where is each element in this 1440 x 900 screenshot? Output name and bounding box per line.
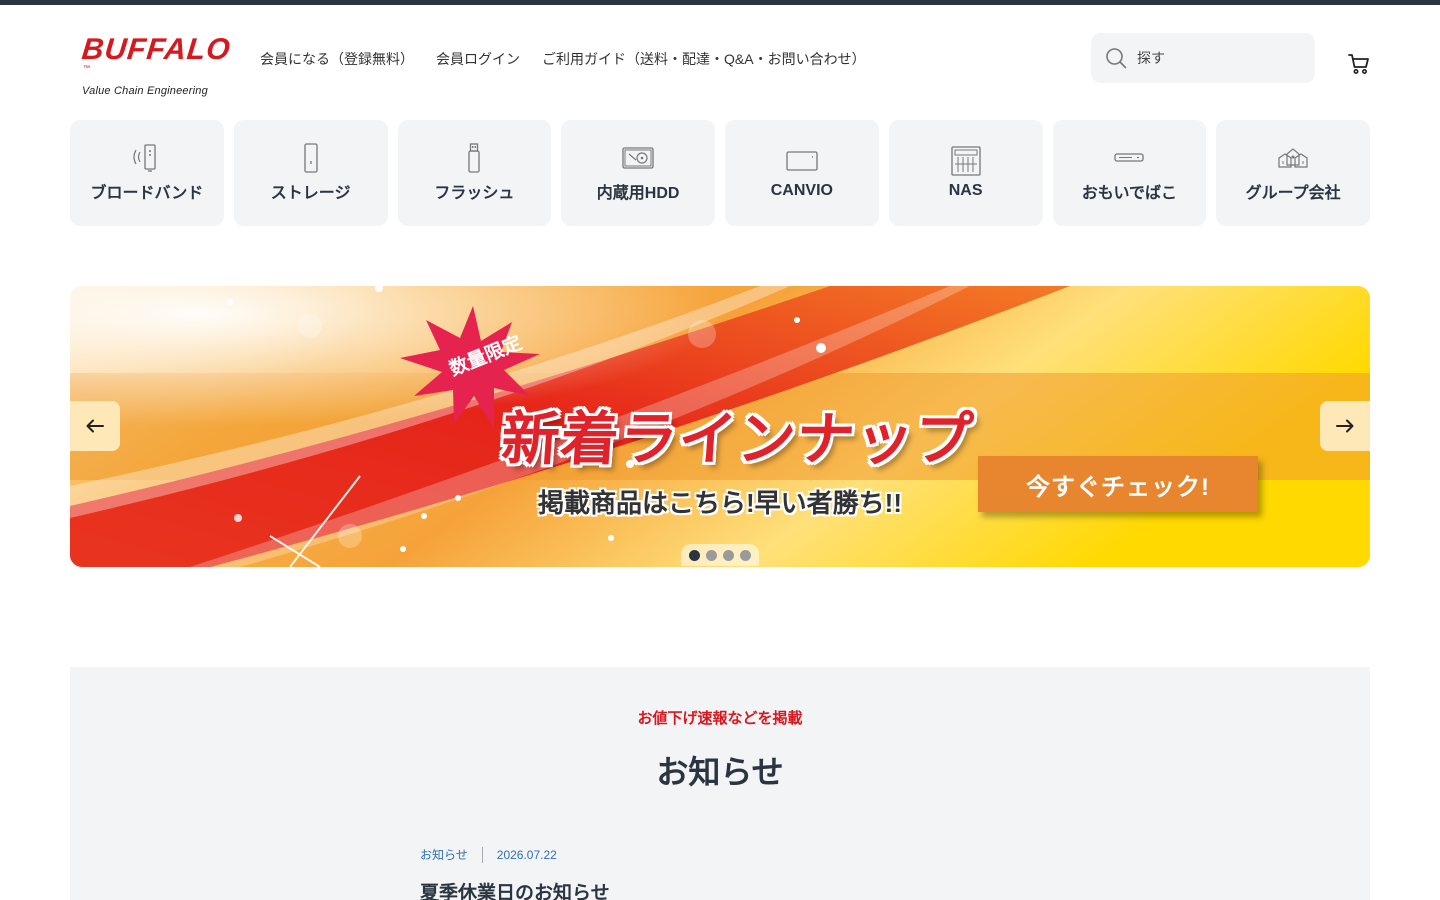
buffalo-logo[interactable]: BUFFALO™ Value Chain Engineering <box>80 33 233 97</box>
group-company-icon <box>1278 148 1308 168</box>
news-heading: お知らせ <box>656 754 784 790</box>
news-item-category[interactable]: お知らせ <box>420 846 468 863</box>
category-omoidebako[interactable]: おもいでばこ <box>1052 120 1207 226</box>
category-broadband[interactable]: ブロードバンド <box>70 120 224 226</box>
logo-tagline: Value Chain Engineering <box>82 85 208 97</box>
category-label: グループ会社 <box>1245 185 1341 202</box>
meta-divider <box>481 846 483 863</box>
logo-trademark: ™ <box>83 65 90 72</box>
category-tiles: ブロードバンド ストレージ フラッシュ 内蔵用HDD CANVIO NAS おも… <box>70 120 1370 226</box>
category-group-company[interactable]: グループ会社 <box>1216 120 1370 226</box>
site-header: BUFFALO™ Value Chain Engineering 会員になる（登… <box>0 5 1440 110</box>
portable-hdd-icon <box>786 151 818 171</box>
arrow-left-icon <box>86 419 104 433</box>
carousel-prev-button[interactable] <box>70 401 120 451</box>
news-item-title[interactable]: 夏季休業日のお知らせ <box>420 878 610 900</box>
category-nas[interactable]: NAS <box>888 120 1043 226</box>
cart-button[interactable] <box>1346 50 1372 76</box>
nav-guide-link[interactable]: ご利用ガイド（送料・配達・Q&A・お問い合わせ） <box>542 49 866 69</box>
header-nav: 会員になる（登録無料） 会員ログイン ご利用ガイド（送料・配達・Q&A・お問い合… <box>260 49 866 69</box>
hero-banner[interactable]: 数量限定 新着ラインナップ 掲載商品はこちら!早い者勝ち!! 今すぐチェック! <box>70 286 1370 567</box>
category-canvio[interactable]: CANVIO <box>725 120 879 226</box>
logo-wordmark: BUFFALO <box>80 33 233 66</box>
news-kicker: お値下げ速報などを掲載 <box>637 710 803 727</box>
memory-box-icon <box>1114 153 1145 162</box>
carousel-next-button[interactable] <box>1320 401 1370 451</box>
news-section: お値下げ速報などを掲載 お知らせ お知らせ 2026.07.22 夏季休業日のお… <box>70 667 1370 900</box>
category-storage[interactable]: ストレージ <box>233 120 388 226</box>
usb-flash-icon <box>468 143 481 173</box>
category-label: NAS <box>948 182 983 199</box>
category-label: ブロードバンド <box>90 185 204 202</box>
nav-register-link[interactable]: 会員になる（登録無料） <box>260 49 414 69</box>
storage-icon <box>303 143 318 173</box>
banner-subline: 掲載商品はこちら!早い者勝ち!! <box>538 488 902 518</box>
search-input[interactable] <box>1137 50 1297 66</box>
carousel-dots <box>681 544 759 566</box>
router-icon <box>133 144 156 172</box>
search-box[interactable] <box>1091 33 1315 83</box>
carousel-dot-2[interactable] <box>706 549 717 561</box>
internal-hdd-icon <box>622 147 654 169</box>
carousel-dot-1[interactable] <box>689 549 700 561</box>
arrow-right-icon <box>1336 419 1354 433</box>
category-internal-hdd[interactable]: 内蔵用HDD <box>561 120 715 226</box>
category-label: 内蔵用HDD <box>596 185 680 202</box>
banner-check-now-button[interactable]: 今すぐチェック! <box>978 456 1258 512</box>
category-label: フラッシュ <box>434 185 515 202</box>
category-flash[interactable]: フラッシュ <box>397 120 552 226</box>
category-label: おもいでばこ <box>1081 185 1177 202</box>
nav-login-link[interactable]: 会員ログイン <box>436 49 520 69</box>
news-item-meta: お知らせ 2026.07.22 <box>420 846 557 863</box>
cart-icon <box>1348 54 1369 74</box>
carousel-dot-4[interactable] <box>740 549 751 561</box>
banner-headline: 新着ラインナップ <box>499 407 976 472</box>
nas-icon <box>950 146 981 176</box>
category-label: CANVIO <box>770 182 833 199</box>
carousel-dot-3[interactable] <box>723 549 734 561</box>
search-icon <box>1106 48 1127 69</box>
category-label: ストレージ <box>270 185 351 202</box>
news-item-date: 2026.07.22 <box>496 847 557 862</box>
